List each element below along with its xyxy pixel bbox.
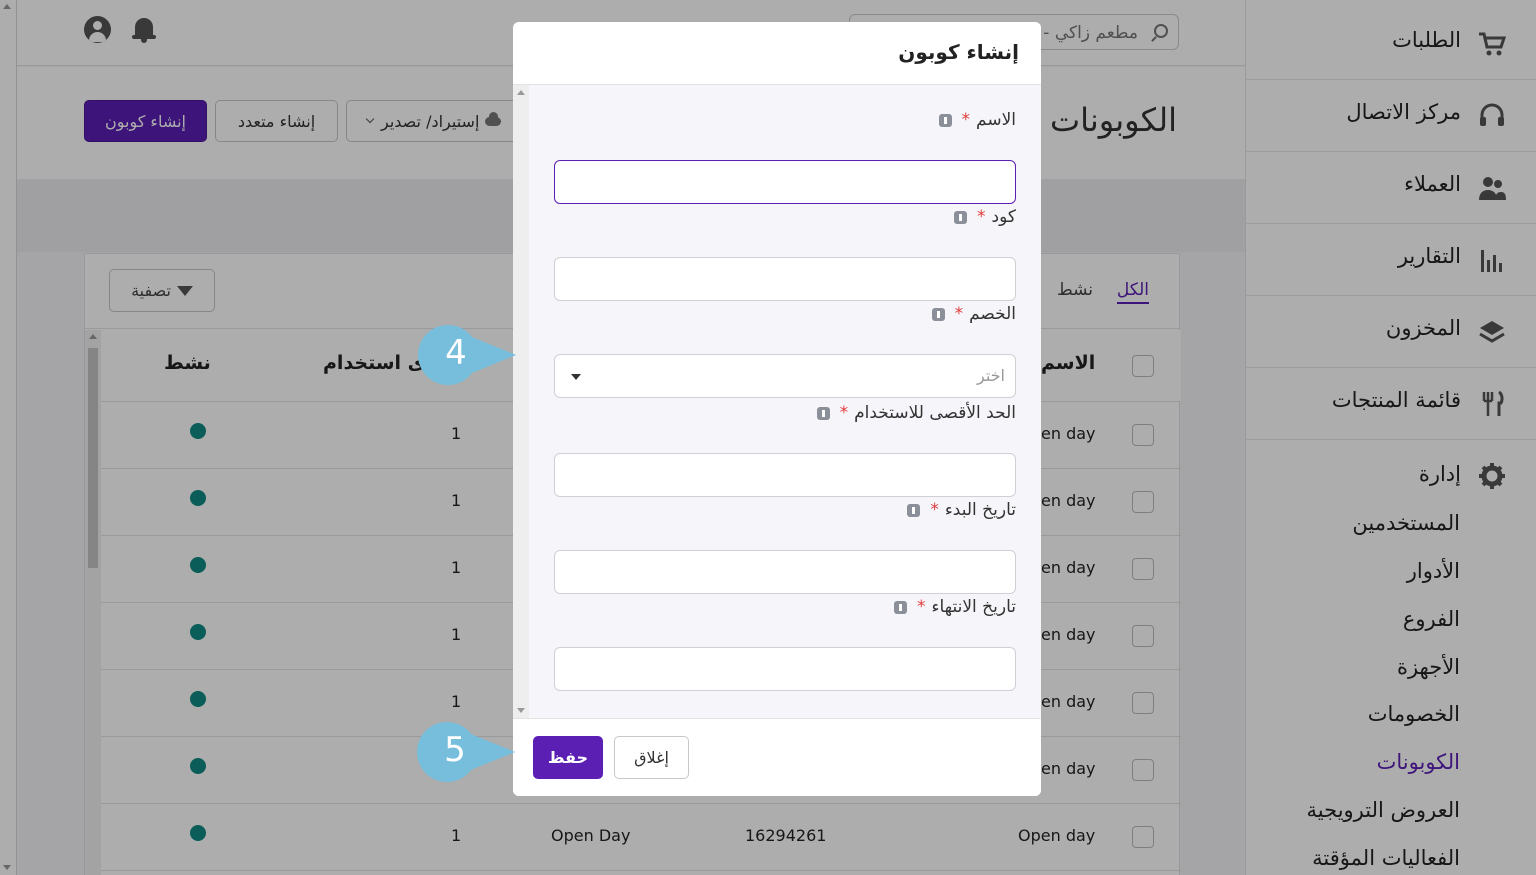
discount-label-text: الخصم bbox=[969, 304, 1016, 324]
scroll-down-arrow-icon[interactable] bbox=[517, 708, 525, 713]
close-button[interactable]: إغلاق bbox=[614, 736, 689, 779]
info-icon[interactable] bbox=[893, 600, 907, 614]
info-icon[interactable] bbox=[938, 113, 952, 127]
required-mark: * bbox=[954, 304, 964, 324]
modal-header: إنشاء كوبون bbox=[513, 22, 1041, 85]
required-mark: * bbox=[961, 110, 971, 130]
end-date-label-text: تاريخ الانتهاء bbox=[931, 597, 1016, 617]
required-mark: * bbox=[977, 207, 986, 227]
discount-label: الخصم* bbox=[931, 304, 1016, 324]
code-label-text: كود bbox=[991, 207, 1016, 227]
callout-number: 5 bbox=[444, 730, 466, 770]
caret-down-icon bbox=[571, 374, 581, 380]
end-date-label: تاريخ الانتهاء* bbox=[893, 597, 1016, 617]
discount-select[interactable]: اختر bbox=[554, 354, 1016, 398]
name-label-text: الاسم bbox=[976, 110, 1016, 130]
max-usage-label: الحد الأقصى للاستخدام* bbox=[816, 403, 1016, 423]
modal-title: إنشاء كوبون bbox=[898, 40, 1019, 64]
max-usage-label-text: الحد الأقصى للاستخدام bbox=[854, 403, 1016, 423]
create-coupon-modal: إنشاء كوبون الاسم* كود* الخصم* اختر الحد… bbox=[513, 22, 1041, 796]
scroll-up-arrow-icon[interactable] bbox=[517, 90, 525, 95]
modal-scrollbar[interactable] bbox=[513, 85, 529, 718]
start-date-input[interactable] bbox=[554, 550, 1016, 594]
info-icon[interactable] bbox=[907, 503, 921, 517]
required-mark: * bbox=[839, 403, 849, 423]
info-icon[interactable] bbox=[816, 406, 830, 420]
required-mark: * bbox=[930, 500, 939, 520]
step-callout-5: 5 bbox=[417, 722, 515, 782]
code-input[interactable] bbox=[554, 257, 1016, 301]
code-label: كود* bbox=[954, 207, 1016, 227]
info-icon[interactable] bbox=[954, 210, 968, 224]
discount-select-placeholder: اختر bbox=[977, 366, 1005, 385]
modal-footer: حفظ إغلاق bbox=[513, 718, 1041, 796]
required-mark: * bbox=[916, 597, 926, 617]
max-usage-input[interactable] bbox=[554, 453, 1016, 497]
info-icon[interactable] bbox=[931, 307, 945, 321]
name-label: الاسم* bbox=[938, 110, 1016, 130]
step-callout-4: 4 bbox=[418, 325, 516, 385]
callout-number: 4 bbox=[445, 333, 467, 373]
start-date-label-text: تاريخ البدء bbox=[944, 500, 1016, 520]
modal-body: الاسم* كود* الخصم* اختر الحد الأقصى للاس… bbox=[513, 85, 1041, 718]
start-date-label: تاريخ البدء* bbox=[907, 500, 1016, 520]
save-button[interactable]: حفظ bbox=[533, 736, 603, 779]
end-date-input[interactable] bbox=[554, 647, 1016, 691]
name-input[interactable] bbox=[554, 160, 1016, 204]
